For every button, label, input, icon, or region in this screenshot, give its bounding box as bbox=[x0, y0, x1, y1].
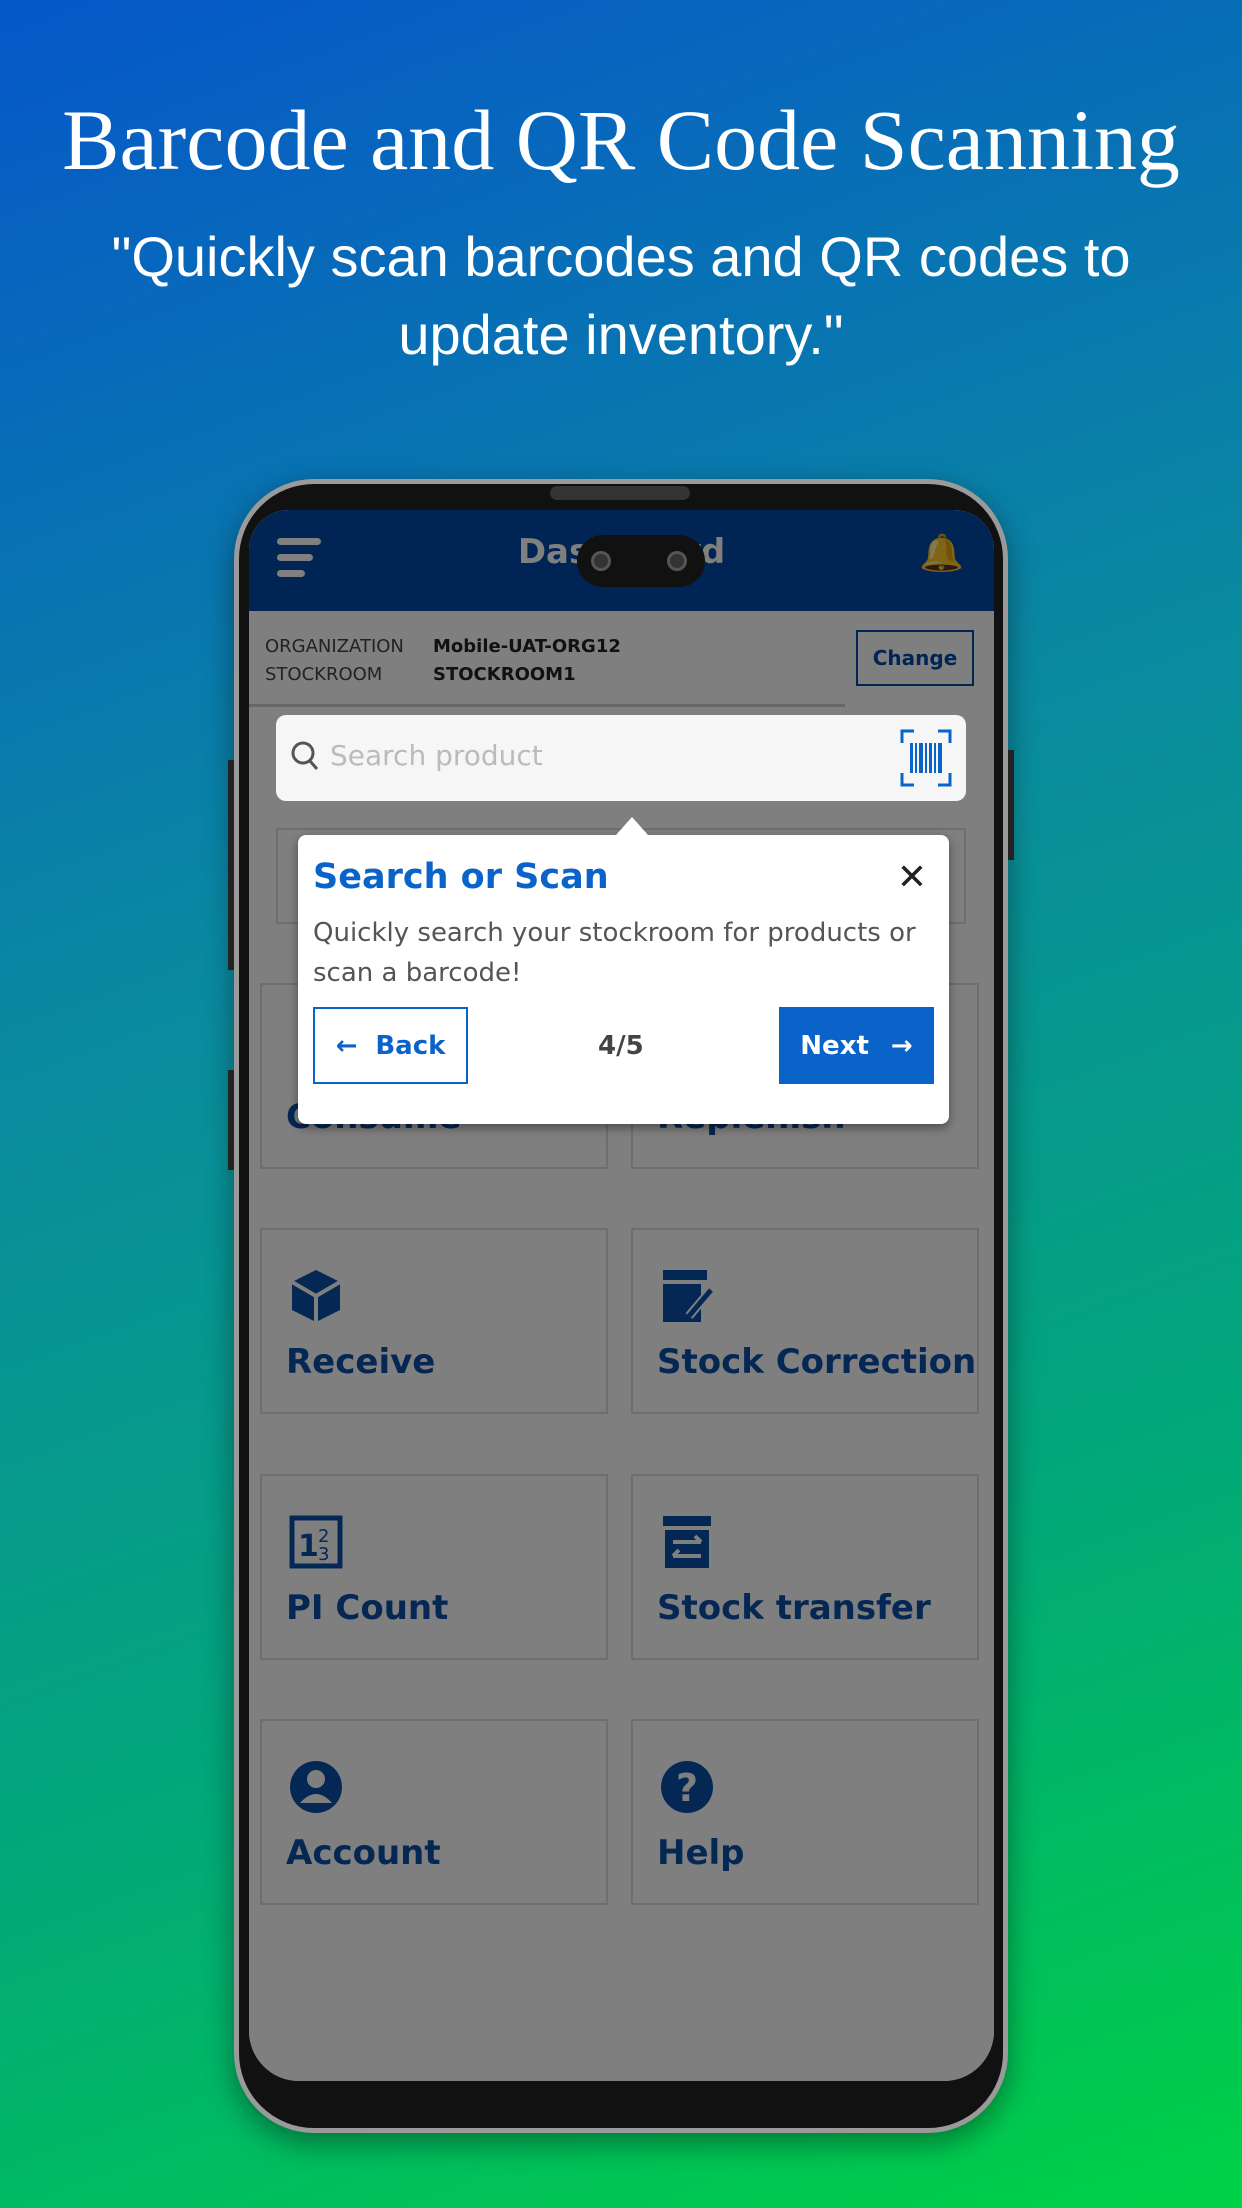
next-label: Next bbox=[800, 1030, 869, 1061]
phone-bixby-button bbox=[228, 1070, 234, 1170]
phone-speaker bbox=[550, 486, 690, 500]
tour-title: Search or Scan bbox=[313, 857, 609, 897]
next-button[interactable]: Next → bbox=[779, 1007, 934, 1084]
search-icon bbox=[291, 741, 319, 770]
close-icon[interactable]: ✕ bbox=[897, 857, 927, 898]
tour-body: Quickly search your stockroom for produc… bbox=[313, 918, 916, 988]
tour-step-counter: 4/5 bbox=[598, 1031, 644, 1061]
search-placeholder: Search product bbox=[330, 739, 543, 772]
tour-popup: Search or Scan ✕ Quickly search your sto… bbox=[298, 817, 949, 1124]
arrow-left-icon: ← bbox=[335, 1030, 358, 1061]
phone-power-button bbox=[1008, 750, 1014, 860]
app-screen: Dashboard 🔔 ORGANIZATION STOCKROOM Mobil… bbox=[249, 510, 994, 2081]
search-input[interactable]: Search product bbox=[276, 715, 966, 801]
back-button[interactable]: ← Back bbox=[313, 1007, 468, 1084]
hero-title: Barcode and QR Code Scanning bbox=[62, 92, 1180, 188]
phone-camera bbox=[577, 535, 705, 587]
hero-subtitle: "Quickly scan barcodes and QR codes to u… bbox=[111, 225, 1131, 366]
back-label: Back bbox=[375, 1030, 446, 1061]
barcode-scan-icon[interactable] bbox=[900, 729, 952, 787]
arrow-right-icon: → bbox=[890, 1030, 913, 1061]
phone-volume-button bbox=[228, 760, 234, 970]
